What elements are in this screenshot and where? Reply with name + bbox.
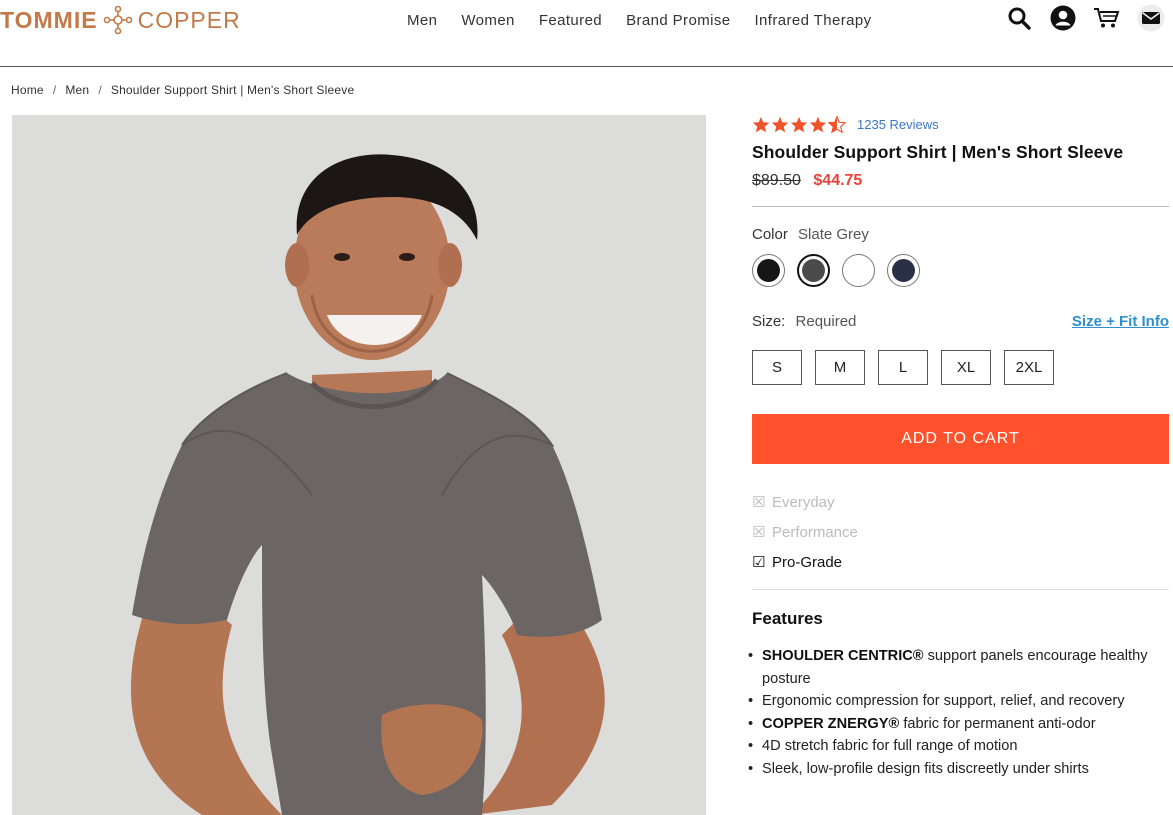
color-selector-label: Color Slate Grey: [752, 226, 1169, 243]
swatch-white[interactable]: [842, 254, 875, 287]
grade-pro-grade[interactable]: ☑ Pro-Grade: [752, 547, 1169, 577]
size-l-button[interactable]: L: [878, 350, 928, 385]
swatch-white-dot: [847, 259, 870, 282]
swatch-slate-grey-dot: [802, 259, 825, 282]
size-fit-link[interactable]: Size + Fit Info: [1072, 313, 1169, 330]
breadcrumb-separator: /: [98, 83, 102, 97]
search-icon[interactable]: [1005, 4, 1033, 32]
feature-item: SHOULDER CENTRIC® support panels encoura…: [748, 645, 1169, 690]
sale-price: $44.75: [813, 172, 863, 189]
breadcrumb-home[interactable]: Home: [11, 83, 44, 97]
main-nav: Men Women Featured Brand Promise Infrare…: [407, 12, 872, 29]
feature-item: Sleek, low-profile design fits discreetl…: [748, 758, 1169, 781]
features-heading: Features: [752, 609, 823, 628]
product-image[interactable]: [12, 115, 706, 815]
original-price: $89.50: [752, 172, 801, 189]
swatch-black-dot: [757, 259, 780, 282]
features-list: SHOULDER CENTRIC® support panels encoura…: [748, 645, 1169, 781]
size-required: Required: [795, 313, 857, 330]
brand-name-right: COPPER: [137, 6, 241, 33]
size-xl-button[interactable]: XL: [941, 350, 991, 385]
feature-bold: SHOULDER CENTRIC®: [762, 648, 924, 664]
grade-performance[interactable]: ☒ Performance: [752, 517, 1169, 547]
size-2xl-button[interactable]: 2XL: [1004, 350, 1054, 385]
size-s-button[interactable]: S: [752, 350, 802, 385]
feature-item: Ergonomic compression for support, relie…: [748, 690, 1169, 713]
star-full-icon: [809, 116, 827, 132]
feature-text: Sleek, low-profile design fits discreetl…: [762, 760, 1089, 777]
feature-text: 4D stretch fabric for full range of moti…: [762, 738, 1018, 754]
nav-men[interactable]: Men: [407, 12, 437, 29]
site-header: TOMMIE COPPER Men Women Featured Brand P…: [0, 0, 1173, 67]
breadcrumb: Home / Men / Shoulder Support Shirt | Men's …: [11, 83, 354, 97]
breadcrumb-current: Shoulder Support Shirt | Men's Short Sle…: [110, 83, 355, 97]
grade-label: Performance: [772, 523, 858, 541]
account-icon[interactable]: [1049, 4, 1077, 32]
color-label: Color: [752, 226, 788, 243]
grade-everyday[interactable]: ☒ Everyday: [752, 487, 1169, 517]
swatch-slate-grey[interactable]: [797, 254, 830, 287]
breadcrumb-separator: /: [52, 83, 57, 97]
star-full-icon: [790, 116, 808, 132]
grade-label: Pro-Grade: [772, 553, 843, 571]
logo-mark-icon: [103, 5, 132, 35]
divider: [752, 589, 1169, 590]
add-to-cart-button[interactable]: ADD TO CART: [752, 414, 1169, 464]
nav-brand-promise[interactable]: Brand Promise: [626, 12, 730, 29]
feature-item: COPPER ZNERGY® fabric for permanent anti…: [748, 713, 1169, 736]
size-options: S M L XL 2XL: [752, 350, 1169, 385]
size-selector-label: Size: Required Size + Fit Info: [752, 313, 1169, 330]
feature-item: 4D stretch fabric for full range of moti…: [748, 735, 1169, 758]
nav-women[interactable]: Women: [461, 12, 514, 29]
cart-icon[interactable]: [1093, 4, 1121, 32]
star-half-icon: [828, 115, 846, 133]
disabled-checkbox-icon: ☒: [752, 494, 766, 511]
nav-featured[interactable]: Featured: [539, 12, 602, 29]
swatch-black[interactable]: [752, 254, 785, 287]
nav-infrared-therapy[interactable]: Infrared Therapy: [754, 12, 871, 29]
product-info: 1235 Reviews Shoulder Support Shirt | Me…: [748, 113, 1169, 781]
rating-stars[interactable]: [752, 115, 846, 133]
color-swatches: [752, 254, 1169, 287]
swatch-navy-dot: [892, 259, 915, 282]
breadcrumb-men[interactable]: Men: [65, 83, 89, 97]
grade-options: ☒ Everyday ☒ Performance ☑ Pro-Grade: [752, 487, 1169, 577]
star-full-icon: [752, 116, 770, 132]
feature-text: fabric for permanent anti-odor: [899, 715, 1096, 732]
size-m-button[interactable]: M: [815, 350, 865, 385]
feature-text: Ergonomic compression for support, relie…: [762, 693, 1125, 709]
reviews-link[interactable]: 1235 Reviews: [857, 117, 939, 132]
model-photo: [12, 115, 706, 815]
swatch-navy[interactable]: [887, 254, 920, 287]
divider: [752, 206, 1169, 207]
size-label: Size:: [752, 313, 786, 330]
brand-name-left: TOMMIE: [0, 6, 98, 33]
rating-row: 1235 Reviews: [752, 113, 1169, 135]
header-icons: [1005, 4, 1165, 32]
checked-checkbox-icon: ☑: [752, 554, 766, 571]
price-row: $89.50 $44.75: [752, 172, 1169, 190]
grade-label: Everyday: [772, 493, 835, 511]
mail-icon[interactable]: [1137, 4, 1165, 32]
star-full-icon: [771, 116, 789, 132]
color-value: Slate Grey: [798, 226, 869, 243]
feature-bold: COPPER ZNERGY®: [762, 715, 900, 732]
product-title: Shoulder Support Shirt | Men's Short Sle…: [752, 142, 1124, 162]
brand-logo[interactable]: TOMMIE COPPER: [0, 5, 241, 35]
disabled-checkbox-icon: ☒: [752, 524, 766, 541]
